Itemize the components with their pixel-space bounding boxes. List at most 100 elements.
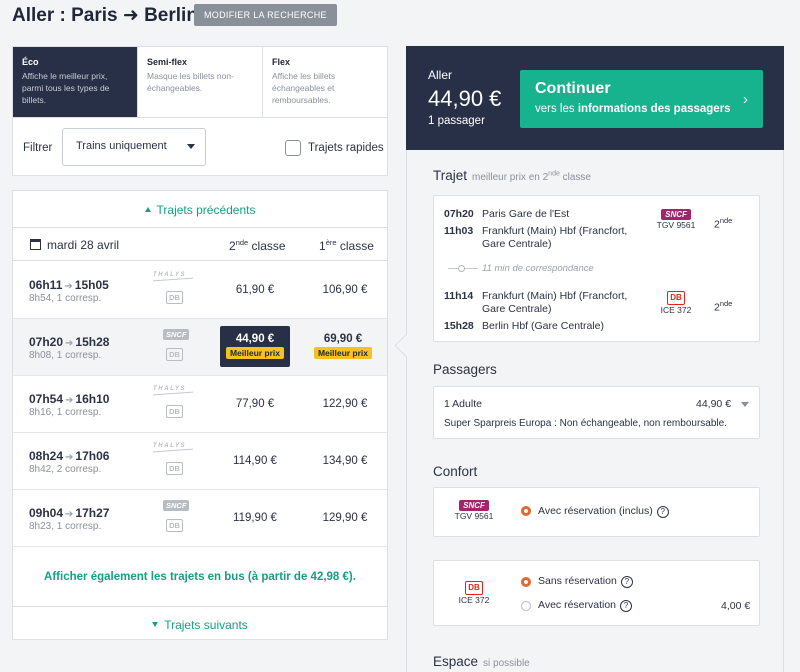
fare-tab-desc: Affiche les billets échangeables et remb…: [272, 71, 336, 105]
leg-class: 2nde: [714, 299, 733, 314]
chevron-down-icon: [187, 144, 195, 149]
train-number: ICE 372: [660, 305, 692, 315]
page-title: Aller : Paris ➜ Berlin: [12, 5, 198, 26]
results-header: mardi 28 avril 2nde classe 1ère classe: [13, 228, 387, 261]
arrow-right-icon: ➔: [65, 395, 74, 406]
ice-reservation-option[interactable]: Avec réservation?: [538, 599, 633, 612]
leg-departure-station: Frankfurt (Main) Hbf (Francfort, Gare Ce…: [482, 290, 628, 315]
price-first-class[interactable]: 129,90 €: [309, 512, 381, 524]
price-first-class[interactable]: 134,90 €: [309, 455, 381, 467]
tgv-reservation-radio[interactable]: [521, 506, 531, 516]
arrow-right-icon: ➔: [64, 281, 73, 292]
leg-arrival-time: 15h28: [444, 320, 474, 332]
operator-logos: THALYS DB: [153, 443, 201, 481]
operator-logos: SNCF DB: [153, 329, 201, 367]
leg-departure-time: 07h20: [444, 208, 474, 220]
booking-summary: Aller 44,90 € 1 passager Continuer vers …: [406, 46, 784, 150]
sncf-logo: SNCF: [661, 209, 691, 220]
fare-tab-label: Éco: [22, 57, 39, 67]
continue-sublabel: vers les informations des passagers: [535, 103, 731, 115]
price-first-class[interactable]: 69,90 € Meilleur prix: [312, 326, 374, 367]
price-second-class[interactable]: 119,90 €: [219, 512, 291, 524]
price-first-class[interactable]: 106,90 €: [309, 284, 381, 296]
ice-reservation-radio[interactable]: [521, 601, 531, 611]
continue-button[interactable]: Continuer vers les informations des pass…: [520, 70, 763, 128]
space-section-title: Espace si possible: [433, 654, 530, 669]
chevron-down-icon[interactable]: [741, 402, 749, 407]
best-price-badge: Meilleur prix: [313, 347, 373, 359]
price-second-class[interactable]: 77,90 €: [219, 398, 291, 410]
train-number: TGV 9561: [656, 220, 696, 230]
results-list: Trajets précédents mardi 28 avril 2nde c…: [12, 190, 388, 640]
trip-duration: 8h54, 1 corresp.: [29, 293, 102, 304]
ice-no-reservation-radio[interactable]: [521, 577, 531, 587]
train-type-select[interactable]: Trains uniquement: [62, 128, 206, 166]
trip-row[interactable]: 07h54 ➔ 16h10 8h16, 1 corresp. THALYS DB 7…: [13, 376, 387, 433]
summary-price: 44,90 €: [428, 86, 502, 111]
fast-trips-label[interactable]: Trajets rapides: [308, 142, 384, 154]
previous-trips-label: Trajets précédents: [156, 203, 256, 217]
operator-logos: THALYS DB: [153, 386, 201, 424]
price-first-class[interactable]: 122,90 €: [309, 398, 381, 410]
passenger-type: 1 Adulte: [444, 398, 482, 410]
passengers-section-title: Passagers: [433, 362, 497, 377]
fare-tab-desc: Masque les billets non-échangeables.: [147, 71, 234, 93]
modify-search-button[interactable]: MODIFIER LA RECHERCHE: [194, 4, 337, 26]
fare-tab-eco[interactable]: Éco Affiche le meilleur prix, parmi tous…: [13, 47, 138, 117]
price-second-class[interactable]: 114,90 €: [219, 455, 291, 467]
sncf-logo: SNCF: [163, 329, 190, 340]
train-number: ICE 372: [458, 595, 490, 605]
tgv-reservation-option[interactable]: Avec réservation (inclus)?: [538, 505, 669, 518]
caret-down-icon: [152, 622, 159, 627]
price-second-class[interactable]: 61,90 €: [219, 284, 291, 296]
trip-row[interactable]: 08h24 ➔ 17h06 8h42, 2 corresp. THALYS DB 1…: [13, 433, 387, 490]
fare-tab-desc: Affiche le meilleur prix, parmi tous les…: [22, 71, 110, 105]
fare-tab-flex[interactable]: Flex Affiche les billets échangeables et…: [263, 47, 387, 117]
chevron-right-icon: ›: [743, 91, 748, 108]
column-first-class: 1ère classe: [319, 238, 374, 253]
previous-trips-link[interactable]: Trajets précédents: [13, 191, 387, 228]
arrow-right-icon: ➔: [65, 338, 74, 349]
leg-operator: SNCF TGV 9561: [656, 209, 696, 230]
arrow-right-icon: ➔: [65, 509, 74, 520]
trip-duration: 8h08, 1 corresp.: [29, 350, 102, 361]
db-logo: DB: [166, 405, 183, 418]
fare-tab-semi-flex[interactable]: Semi-flex Masque les billets non-échange…: [138, 47, 263, 117]
fast-trips-checkbox[interactable]: [285, 140, 301, 156]
passenger-price: 44,90 €: [696, 398, 732, 410]
price-second-class-selected[interactable]: 44,90 € Meilleur prix: [220, 326, 290, 367]
price-value: 69,90 €: [323, 333, 363, 345]
show-bus-trips-link[interactable]: Afficher également les trajets en bus (à…: [13, 571, 387, 583]
trip-row[interactable]: 06h11 ➔ 15h05 8h54, 1 corresp. THALYS DB 6…: [13, 262, 387, 319]
continue-label: Continuer: [535, 80, 611, 97]
help-icon[interactable]: ?: [656, 506, 669, 518]
leg-departure-time: 11h14: [444, 290, 474, 302]
help-icon[interactable]: ?: [620, 576, 633, 588]
fare-conditions: Super Sparpreis Europa : Non échangeable…: [444, 418, 727, 429]
help-icon[interactable]: ?: [620, 600, 633, 612]
ice-reservation-price: 4,00 €: [721, 600, 751, 612]
passenger-card[interactable]: 1 Adulte 44,90 € Super Sparpreis Europa …: [433, 386, 760, 439]
connection-time: 11 min de correspondance: [482, 263, 594, 274]
train-type-select-value: Trains uniquement: [76, 140, 167, 152]
summary-direction: Aller: [428, 68, 453, 82]
db-logo: DB: [166, 462, 183, 475]
trip-times: 07h54 ➔ 16h10: [29, 392, 110, 406]
trip-row-selected[interactable]: 07h20 ➔ 15h28 8h08, 1 corresp. SNCF DB 44,…: [13, 319, 387, 376]
trip-times: 07h20 ➔ 15h28: [29, 335, 110, 349]
filter-bar: Filtrer Trains uniquement Trajets rapide…: [12, 118, 388, 176]
trip-times: 08h24 ➔ 17h06: [29, 449, 110, 463]
leg-class: 2nde: [714, 216, 733, 231]
next-trips-link[interactable]: Trajets suivants: [13, 606, 387, 641]
next-trips-label: Trajets suivants: [164, 618, 248, 632]
fare-tab-label: Semi-flex: [147, 57, 188, 67]
sncf-logo: SNCF: [163, 500, 190, 511]
ice-no-reservation-option[interactable]: Sans réservation?: [538, 575, 633, 588]
trip-row[interactable]: 09h04 ➔ 17h27 8h23, 1 corresp. SNCF DB 119…: [13, 490, 387, 547]
comfort-section-title: Confort: [433, 464, 478, 479]
connection-dot-icon: [458, 265, 465, 272]
operator-logos: SNCF DB: [153, 500, 201, 538]
fare-tab-label: Flex: [272, 57, 291, 67]
ice-operator: DB ICE 372: [444, 581, 504, 605]
trip-duration: 8h42, 2 corresp.: [29, 464, 102, 475]
